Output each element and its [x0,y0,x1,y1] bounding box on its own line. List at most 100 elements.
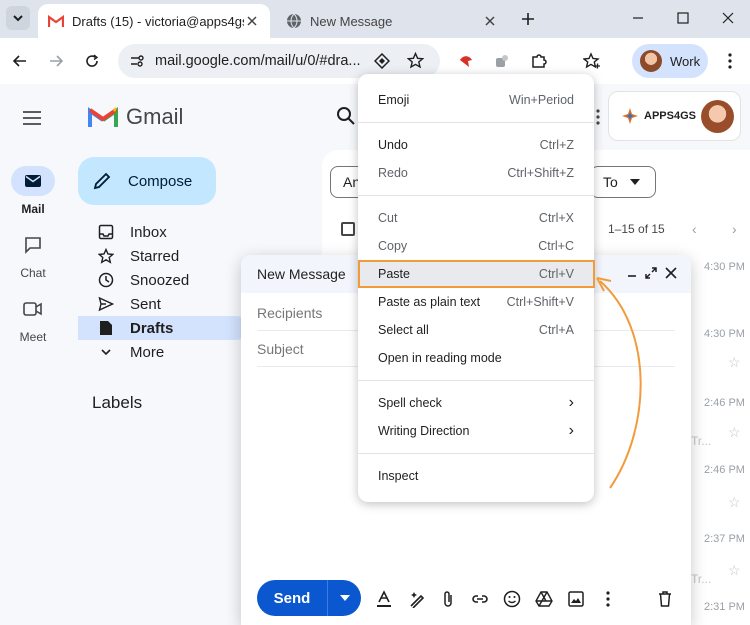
menu-shortcut: Ctrl+A [538,323,574,337]
paste-highlight-annotation [358,260,595,288]
gmail-logo[interactable]: Gmail [88,104,183,130]
discard-draft-icon[interactable] [654,588,676,610]
draft-icon [96,318,116,338]
row-time: 2:46 PM [704,464,745,476]
back-button[interactable] [8,49,32,73]
profile-button[interactable]: Work [632,44,708,78]
tab-drafts[interactable]: Drafts (15) - victoria@apps4gs.c [38,4,270,38]
minimize-button[interactable] [618,6,658,30]
menu-item-paste-plain[interactable]: Paste as plain text Ctrl+Shift+V [358,288,594,316]
rail-item-chat[interactable]: Chat [0,230,66,280]
help-me-write-icon[interactable] [406,588,428,610]
gmail-wordmark: Gmail [126,104,184,129]
menu-label: Spell check [378,396,442,410]
nav-item-sent[interactable]: Sent [78,292,248,316]
new-tab-button[interactable] [518,9,538,29]
folder-nav: Inbox Starred Snoozed Sent Drafts More [78,220,248,364]
arrow-left-icon [12,55,26,67]
tab-new-message[interactable]: New Message [276,4,508,38]
menu-item-reading-mode[interactable]: Open in reading mode [358,344,594,372]
attach-file-icon[interactable] [437,588,459,610]
account-avatar [701,100,734,133]
menu-divider [358,453,594,454]
menu-divider [358,380,594,381]
row-snippet: Tr... [691,572,712,586]
menu-label: Paste as plain text [378,295,481,309]
menu-item-spell-check[interactable]: Spell check › [358,389,594,417]
rail-label: Chat [20,266,46,280]
extensions-icon[interactable] [527,49,551,73]
nav-label: Drafts [130,319,174,337]
menu-shortcut: Win+Period [509,93,574,107]
compose-button[interactable]: Compose [78,157,216,205]
reload-button[interactable] [80,49,104,73]
prev-page-icon[interactable]: ‹ [692,221,697,237]
address-bar[interactable]: mail.google.com/mail/u/0/#dra... [118,44,440,78]
close-window-button[interactable] [708,6,748,30]
menu-item-redo[interactable]: Redo Ctrl+Shift+Z [358,159,594,187]
expand-compose-icon[interactable] [643,265,659,281]
star-icon[interactable]: ☆ [728,424,741,441]
emoji-icon[interactable] [501,588,523,610]
extension-red-icon[interactable] [454,49,478,73]
extension-puzzle-gray-icon[interactable] [490,49,514,73]
nav-item-drafts[interactable]: Drafts [78,316,248,340]
account-switcher[interactable]: APPS4GS [608,91,741,141]
menu-item-emoji[interactable]: Emoji Win+Period [358,86,594,114]
rail-item-meet[interactable]: Meet [0,294,66,344]
menu-item-select-all[interactable]: Select all Ctrl+A [358,316,594,344]
star-icon [96,246,116,266]
menu-item-writing-direction[interactable]: Writing Direction › [358,417,594,445]
select-all-checkbox[interactable] [341,222,355,236]
row-snippet: Tr... [691,434,712,448]
menu-item-cut[interactable]: Cut Ctrl+X [358,204,594,232]
gmail-favicon-icon [48,15,64,27]
browser-tabstrip: Drafts (15) - victoria@apps4gs.c New Mes… [0,0,750,38]
tab-search-button[interactable] [6,6,30,30]
close-tab-icon[interactable] [482,13,498,29]
close-compose-icon[interactable] [663,265,679,281]
schedule-send-button[interactable] [328,580,361,616]
drive-icon[interactable] [533,588,555,610]
bookmark-star-icon[interactable] [407,52,424,69]
lens-icon[interactable] [374,53,390,69]
menu-item-copy[interactable]: Copy Ctrl+C [358,232,594,260]
nav-item-more[interactable]: More [78,340,248,364]
menu-item-undo[interactable]: Undo Ctrl+Z [358,131,594,159]
forward-button[interactable] [44,49,68,73]
menu-item-inspect[interactable]: Inspect [358,462,594,490]
close-tab-icon[interactable] [244,13,260,29]
site-info-icon[interactable] [129,53,145,69]
context-menu: Emoji Win+Period Undo Ctrl+Z Redo Ctrl+S… [358,74,594,502]
formatting-options-icon[interactable] [373,588,395,610]
filter-chip-to[interactable]: To [590,166,656,198]
plus-icon [522,13,534,25]
menu-divider [358,195,594,196]
star-icon[interactable]: ☆ [728,562,741,579]
nav-item-starred[interactable]: Starred [78,244,248,268]
menu-label: Inspect [378,469,419,483]
send-button[interactable]: Send [257,580,328,616]
video-icon [23,302,42,316]
main-menu-button[interactable] [20,106,44,130]
star-icon[interactable]: ☆ [728,494,741,511]
star-icon[interactable]: ☆ [728,354,741,371]
nav-label: Sent [130,295,161,313]
minimize-compose-icon[interactable] [624,265,640,281]
search-icon[interactable] [336,106,356,131]
menu-label: Writing Direction [378,424,470,438]
browser-menu-icon[interactable] [718,49,742,73]
reading-list-icon[interactable] [580,49,604,73]
insert-link-icon[interactable] [469,588,491,610]
maximize-button[interactable] [663,6,703,30]
url-text: mail.google.com/mail/u/0/#dra... [155,53,361,69]
menu-label: Undo [378,138,408,152]
compose-label: Compose [128,172,193,190]
insert-photo-icon[interactable] [565,588,587,610]
rail-item-mail[interactable]: Mail [0,166,66,216]
more-options-icon[interactable] [597,588,619,610]
nav-item-inbox[interactable]: Inbox [78,220,248,244]
row-time: 4:30 PM [704,261,745,273]
nav-item-snoozed[interactable]: Snoozed [78,268,248,292]
next-page-icon[interactable]: › [732,221,737,237]
